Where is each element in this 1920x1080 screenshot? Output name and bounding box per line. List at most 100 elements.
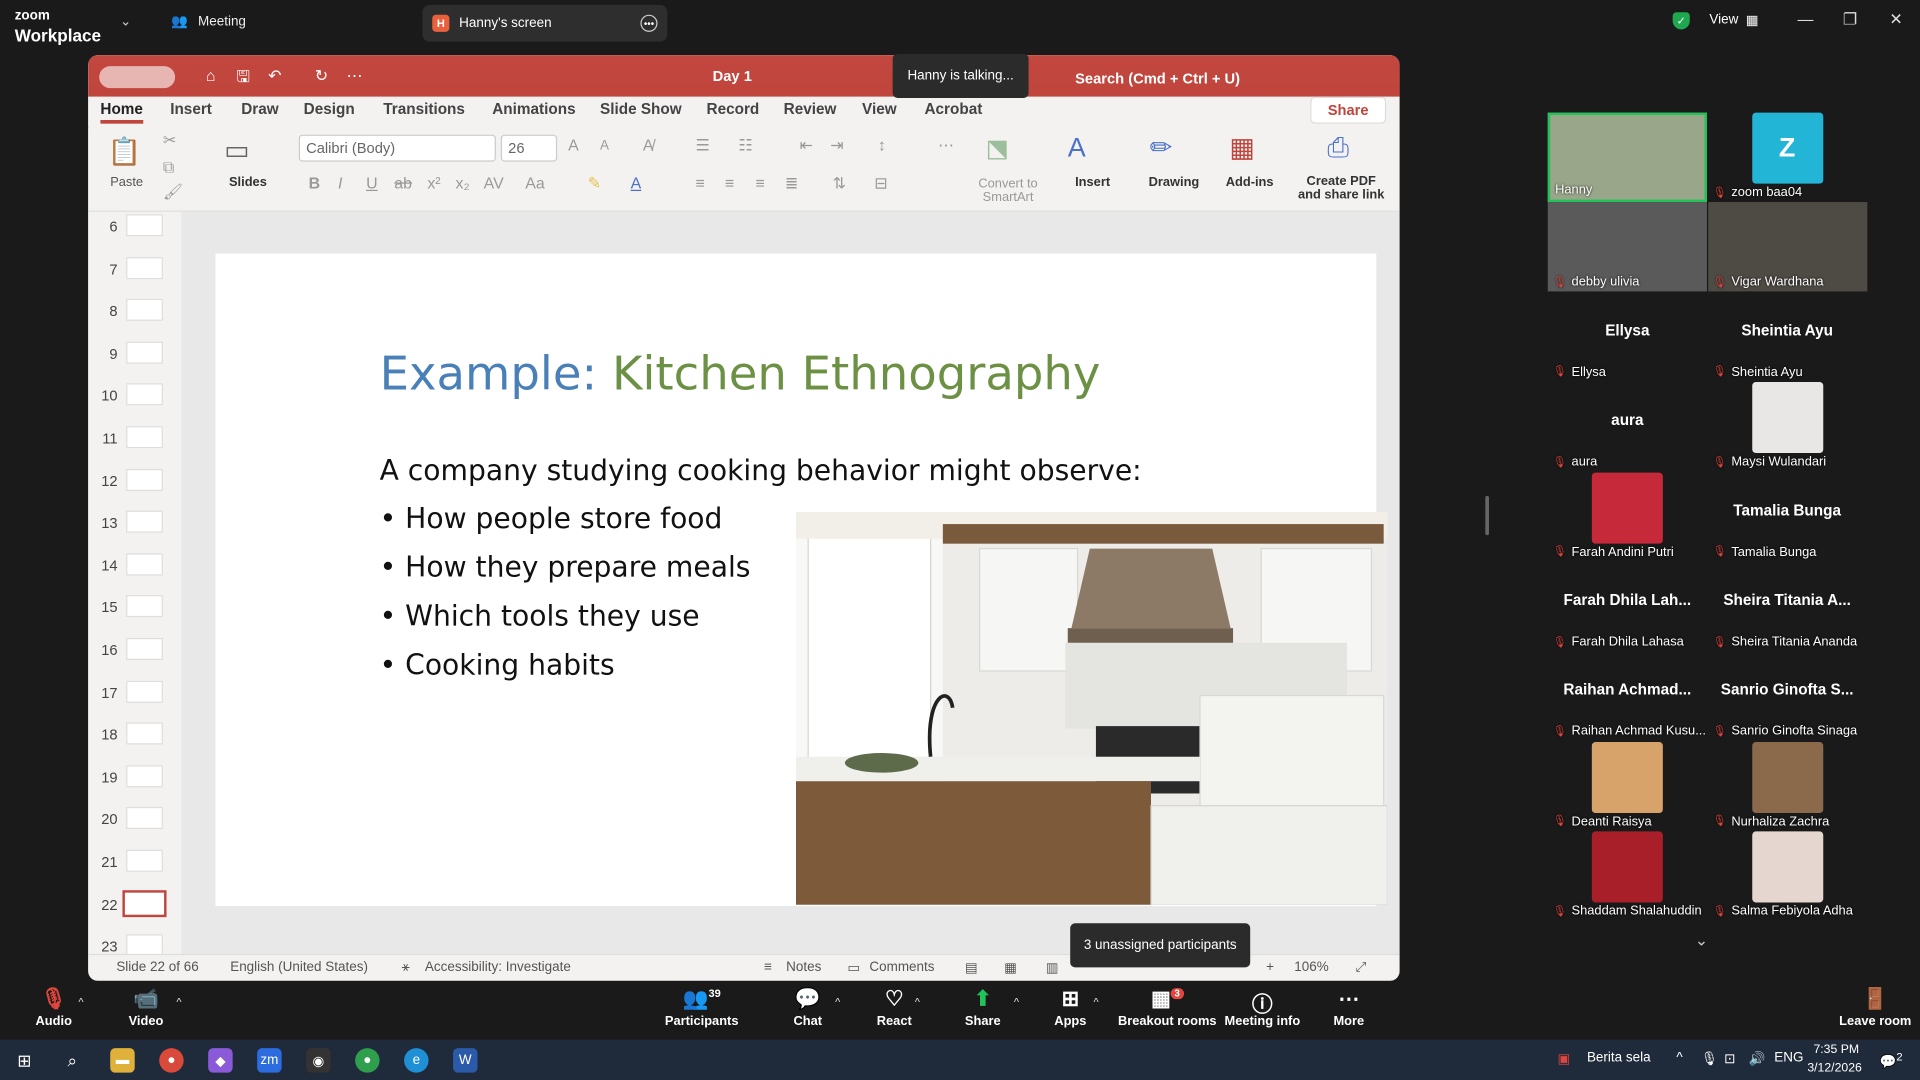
subscript-icon[interactable]: x₂ (456, 174, 470, 192)
participant-tile[interactable]: 🎙 Shaddam Shalahuddin (1547, 831, 1707, 922)
tray-chevron-icon[interactable]: ^ (1676, 1051, 1682, 1066)
more-options-icon[interactable]: ••• (640, 14, 658, 32)
redo-icon[interactable]: ↻ (315, 66, 328, 86)
chrome-icon[interactable]: ● (159, 1048, 184, 1073)
sidebar-toggle[interactable] (99, 66, 176, 89)
strikethrough-icon[interactable]: ab (394, 174, 412, 192)
add-ins-icon[interactable]: ▦ (1229, 132, 1254, 164)
slides-label[interactable]: Slides (229, 175, 267, 190)
word-icon[interactable]: W (453, 1048, 478, 1073)
chrome-profile-icon[interactable]: ● (355, 1048, 380, 1073)
line-spacing-icon[interactable]: ↕ (878, 136, 886, 154)
panel-resize-handle[interactable] (1485, 495, 1489, 536)
slide-thumbnail[interactable]: 22 (88, 885, 181, 927)
apps-options-caret[interactable]: ^ (1093, 996, 1098, 1008)
tab-review[interactable]: Review (784, 100, 837, 117)
font-size-select[interactable]: 26 (500, 134, 558, 162)
volume-icon[interactable]: 🔊 (1749, 1051, 1766, 1067)
align-right-icon[interactable]: ≡ (756, 174, 765, 192)
share-options-caret[interactable]: ^ (1014, 996, 1019, 1008)
cut-icon[interactable]: ✂ (163, 131, 176, 151)
notifications-icon[interactable]: 💬2 (1880, 1051, 1903, 1070)
align-left-icon[interactable]: ≡ (696, 174, 705, 192)
highlight-icon[interactable]: ✎ (588, 174, 601, 194)
zoom-in-icon[interactable]: + (1266, 960, 1274, 975)
react-options-caret[interactable]: ^ (915, 996, 920, 1008)
camera-app-icon[interactable]: ◉ (306, 1048, 331, 1073)
participants-button[interactable]: 👥39 Participants (665, 987, 739, 1029)
chat-options-caret[interactable]: ^ (835, 996, 840, 1008)
slide-thumbnail[interactable]: 15 (88, 588, 181, 630)
slide[interactable]: Example: Kitchen Ethnography A company s… (215, 253, 1388, 907)
language[interactable]: English (United States) (230, 960, 368, 975)
copy-icon[interactable]: ⧉ (163, 158, 174, 178)
tab-transitions[interactable]: Transitions (383, 100, 465, 117)
minimize-icon[interactable]: — (1798, 10, 1814, 28)
tab-animations[interactable]: Animations (492, 100, 575, 117)
insert-label[interactable]: Insert (1075, 175, 1110, 190)
tab-draw[interactable]: Draw (241, 100, 278, 117)
apps-button[interactable]: ⊞ Apps (1054, 987, 1086, 1029)
security-shield-icon[interactable]: ✓ (1672, 12, 1690, 30)
participant-tile[interactable]: Tamalia Bunga 🎙 Tamalia Bunga (1707, 472, 1867, 562)
format-painter-icon[interactable]: 🖌 (163, 182, 183, 202)
change-case-icon[interactable]: Aa (525, 174, 544, 192)
comments-button[interactable]: Comments (869, 960, 934, 975)
kitchen-photo[interactable] (795, 511, 1388, 905)
slide-thumbnail[interactable]: 19 (88, 758, 181, 800)
participant-tile[interactable]: aura 🎙 aura (1547, 382, 1707, 472)
slide-thumbnail[interactable]: 7 (88, 249, 181, 291)
shared-screen-tab[interactable]: H Hanny's screen ••• (422, 4, 668, 42)
slide-thumbnail[interactable]: 21 (88, 842, 181, 884)
gallery-scroll-down-icon[interactable]: ⌄ (1695, 931, 1708, 951)
superscript-icon[interactable]: x² (427, 174, 440, 192)
slide-thumbnail[interactable]: 18 (88, 715, 181, 757)
undo-icon[interactable]: ↶ (268, 66, 281, 86)
participant-tile[interactable]: Sheira Titania A... 🎙 Sheira Titania Anand… (1707, 562, 1867, 652)
chevron-down-icon[interactable]: ⌄ (120, 13, 131, 30)
zoom-workplace-logo[interactable]: zoom Workplace (15, 5, 101, 44)
slide-thumbnail[interactable]: 9 (88, 334, 181, 376)
share-screen-button[interactable]: ⬆ Share (965, 987, 1001, 1029)
clock-time[interactable]: 7:35 PM (1813, 1043, 1859, 1056)
mic-tray-icon[interactable]: 🎙 (1701, 1051, 1718, 1067)
slide-thumbnail[interactable]: 6 (88, 207, 181, 249)
align-center-icon[interactable]: ≡ (725, 174, 734, 192)
numbering-icon[interactable]: ☷ (738, 136, 752, 156)
more-button[interactable]: ⋯ More (1333, 987, 1364, 1029)
increase-indent-icon[interactable]: ⇥ (830, 136, 843, 156)
network-icon[interactable]: ⊡ (1724, 1051, 1735, 1067)
slide-thumbnail[interactable]: 16 (88, 631, 181, 673)
tab-record[interactable]: Record (707, 100, 760, 117)
accessibility-status[interactable]: Accessibility: Investigate (425, 960, 571, 975)
participant-tile[interactable]: Z 🎙 zoom baa04 (1707, 112, 1867, 203)
fit-slide-icon[interactable]: ⤢ (1356, 960, 1367, 976)
paste-icon[interactable]: 📋 (108, 136, 142, 168)
slide-sorter-icon[interactable]: ▦ (1004, 960, 1017, 976)
decrease-indent-icon[interactable]: ⇤ (800, 136, 813, 156)
insert-icon[interactable]: A (1068, 132, 1086, 164)
audio-button[interactable]: 🎙 Audio (36, 987, 72, 1029)
slide-thumbnail[interactable]: 10 (88, 376, 181, 418)
columns-icon[interactable]: ⋯ (938, 136, 954, 156)
slide-thumbnail[interactable]: 12 (88, 461, 181, 503)
convert-smartart-label[interactable]: Convert to SmartArt (978, 177, 1037, 205)
search-icon[interactable]: ⌕ (60, 1048, 84, 1072)
reading-view-icon[interactable]: ▥ (1046, 960, 1059, 976)
tab-home[interactable]: Home (100, 100, 143, 124)
more-icon[interactable]: ⋯ (347, 66, 363, 86)
character-spacing-icon[interactable]: AV (484, 174, 504, 192)
app-icon[interactable]: ◆ (208, 1048, 233, 1073)
align-text-icon[interactable]: ⊟ (874, 174, 887, 194)
participant-tile[interactable]: 🎙 debby ulivia (1547, 202, 1707, 292)
file-explorer-icon[interactable]: ▬ (110, 1048, 135, 1073)
audio-options-caret[interactable]: ^ (78, 996, 83, 1008)
smartart-icon[interactable]: ⬔ (986, 133, 1009, 164)
participant-tile[interactable]: 🎙 Vigar Wardhana (1707, 202, 1867, 292)
participant-tile[interactable]: 🎙 Nurhaliza Zachra (1707, 741, 1867, 832)
view-button[interactable]: View ▦ (1709, 12, 1758, 28)
tab-acrobat[interactable]: Acrobat (924, 100, 982, 117)
slide-thumbnail[interactable]: 14 (88, 546, 181, 588)
participant-tile[interactable]: Sanrio Ginofta S... 🎙 Sanrio Ginofta Sinag… (1707, 651, 1867, 742)
participant-tile[interactable]: Ellysa 🎙 Ellysa (1547, 292, 1707, 382)
